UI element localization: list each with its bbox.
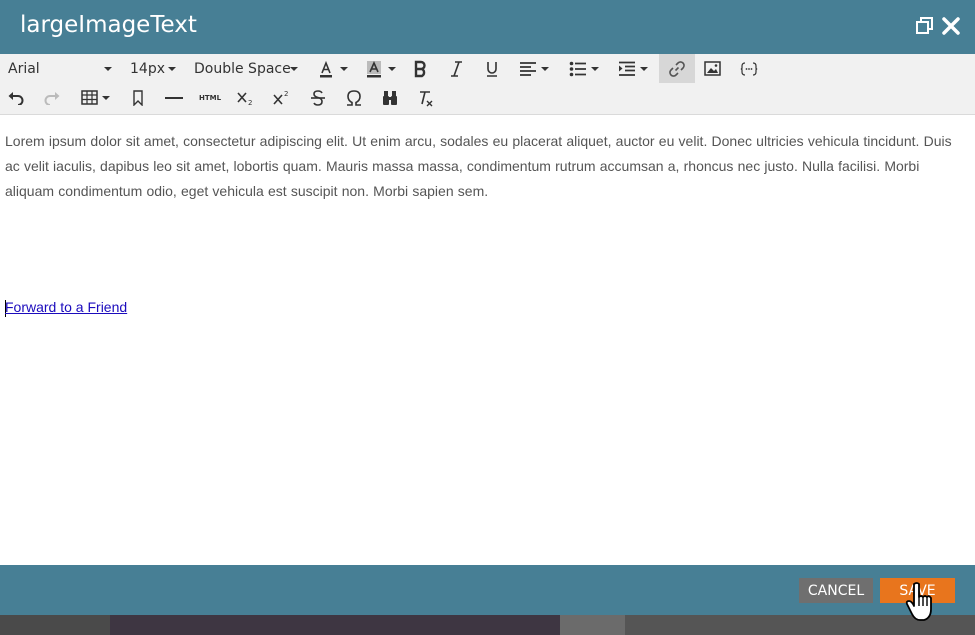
background-block: [0, 615, 110, 635]
table-button[interactable]: [76, 83, 114, 112]
indent-button[interactable]: [614, 54, 652, 83]
redo-button[interactable]: [40, 83, 64, 112]
dialog-title: largeImageText: [20, 12, 197, 38]
underline-icon: [487, 61, 497, 77]
highlight-color-button[interactable]: [361, 54, 399, 83]
font-size-value: 14px: [130, 60, 165, 77]
special-character-icon: [347, 90, 361, 106]
toolbar-row-1: Arial 14px Double Space: [0, 54, 975, 83]
editor-area[interactable]: Lorem ipsum dolor sit amet, consectetur …: [0, 115, 975, 565]
token-icon: [740, 61, 758, 76]
line-spacing-value: Double Space: [194, 60, 291, 77]
superscript-icon: 2: [273, 90, 288, 105]
find-replace-icon: [383, 90, 397, 105]
restore-window-icon[interactable]: [914, 15, 936, 37]
forward-to-friend-link[interactable]: Forward to a Friend: [5, 299, 127, 315]
align-icon: [520, 61, 536, 76]
subscript-icon: 2: [237, 91, 252, 106]
background-block: [560, 615, 625, 635]
bullet-list-icon: [569, 61, 586, 76]
clear-formatting-button[interactable]: [414, 83, 438, 112]
background-image: [110, 615, 560, 635]
bold-button[interactable]: [408, 54, 432, 83]
bold-icon: [414, 60, 426, 77]
html-icon: HTML: [198, 93, 222, 102]
chevron-down-icon: [591, 66, 599, 71]
indent-icon: [619, 61, 635, 76]
body-paragraph: Lorem ipsum dolor sit amet, consectetur …: [5, 133, 952, 199]
chevron-down-icon: [541, 66, 549, 71]
italic-icon: [451, 60, 462, 77]
subscript-button[interactable]: 2: [233, 83, 259, 112]
font-family-value: Arial: [8, 60, 40, 77]
italic-button[interactable]: [444, 54, 468, 83]
chevron-down-icon: [168, 67, 176, 71]
image-icon: [703, 61, 721, 76]
chevron-down-icon: [101, 95, 110, 100]
font-color-icon: [320, 60, 332, 77]
chevron-down-icon: [388, 66, 396, 71]
bookmark-icon: [133, 89, 143, 106]
dialog-titlebar: largeImageText: [0, 0, 975, 54]
html-button[interactable]: HTML: [196, 83, 224, 112]
token-button[interactable]: [736, 54, 762, 83]
close-icon[interactable]: [940, 15, 962, 37]
editor-toolbar: Arial 14px Double Space HTML 2 2: [0, 54, 975, 115]
chevron-down-icon: [104, 67, 112, 71]
superscript-button[interactable]: 2: [269, 83, 295, 112]
link-button[interactable]: [659, 54, 695, 83]
special-character-button[interactable]: [341, 83, 367, 112]
underline-button[interactable]: [480, 54, 504, 83]
highlight-color-icon: [367, 60, 381, 77]
save-button[interactable]: SAVE: [880, 578, 955, 603]
cancel-button[interactable]: CANCEL: [799, 578, 873, 603]
align-button[interactable]: [516, 54, 552, 83]
dialog-footer: CANCEL SAVE: [0, 565, 975, 615]
redo-icon: [44, 91, 60, 105]
horizontal-rule-button[interactable]: [162, 83, 186, 112]
bullet-list-button[interactable]: [566, 54, 602, 83]
undo-icon: [8, 91, 24, 105]
table-icon: [80, 90, 98, 105]
line-spacing-select[interactable]: Double Space: [194, 58, 300, 79]
bookmark-button[interactable]: [126, 83, 150, 112]
link-icon: [669, 60, 685, 77]
toolbar-row-2: HTML 2 2: [0, 83, 975, 112]
clear-formatting-icon: [420, 90, 433, 106]
font-color-button[interactable]: [313, 54, 351, 83]
font-family-select[interactable]: Arial: [8, 58, 114, 79]
undo-button[interactable]: [4, 83, 28, 112]
svg-text:2: 2: [284, 90, 288, 98]
background-block: [625, 615, 975, 635]
image-button[interactable]: [700, 54, 724, 83]
find-replace-button[interactable]: [378, 83, 402, 112]
strikethrough-button[interactable]: [306, 83, 330, 112]
chevron-down-icon: [290, 67, 298, 71]
svg-text:2: 2: [248, 99, 252, 106]
font-size-select[interactable]: 14px: [130, 58, 178, 79]
strikethrough-icon: [311, 89, 325, 106]
chevron-down-icon: [640, 66, 648, 71]
chevron-down-icon: [340, 66, 348, 71]
background-page: [0, 615, 975, 635]
horizontal-rule-icon: [165, 96, 183, 99]
